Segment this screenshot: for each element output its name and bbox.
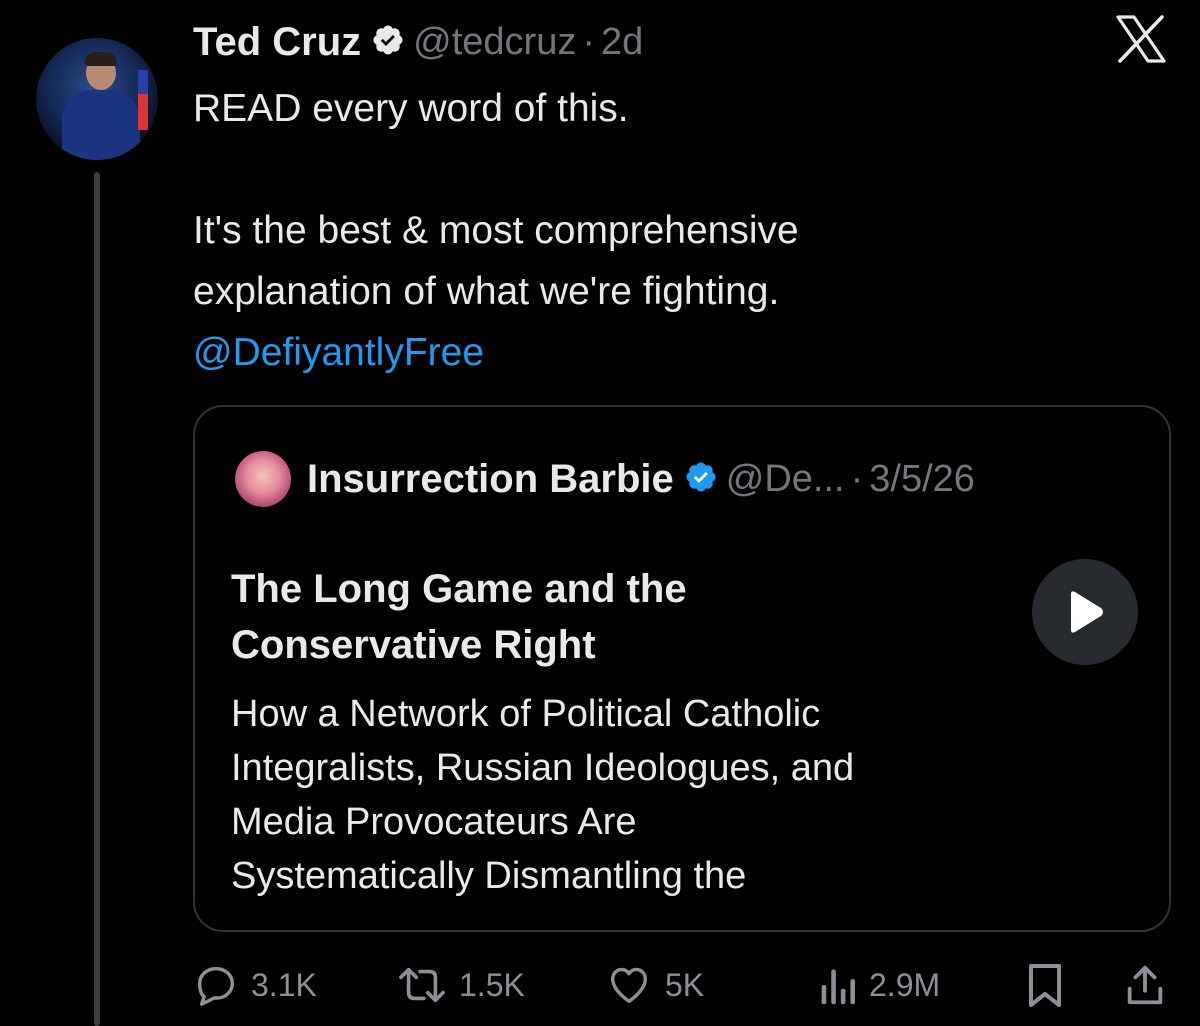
mention-link[interactable]: @DefiyantlyFree xyxy=(193,322,1093,383)
share-icon xyxy=(1127,965,1163,1005)
article-description-line: Systematically Dismantling the xyxy=(231,855,747,897)
quoted-tweet-header: Insurrection Barbie @De... · 3/5/26 xyxy=(235,451,975,507)
like-count: 5K xyxy=(665,966,705,1003)
repost-count: 1.5K xyxy=(459,966,525,1003)
author-name[interactable]: Ted Cruz xyxy=(193,20,361,65)
repost-button[interactable]: 1.5K xyxy=(397,955,525,1015)
quoted-author-name[interactable]: Insurrection Barbie xyxy=(307,457,674,502)
tweet-text-line: READ every word of this. xyxy=(193,87,629,130)
bookmark-icon xyxy=(1029,964,1061,1007)
views-count: 2.9M xyxy=(869,966,941,1003)
verified-badge-icon xyxy=(684,460,718,499)
bookmark-button[interactable] xyxy=(1025,955,1065,1015)
article-title: The Long Game and the Conservative Right xyxy=(231,561,851,673)
action-bar: 3.1K 1.5K 5K 2.9M xyxy=(193,955,1173,1015)
author-avatar[interactable] xyxy=(36,38,158,160)
tweet-text-line: It's the best & most comprehensive xyxy=(193,209,799,252)
repost-icon xyxy=(399,967,445,1003)
reply-count: 3.1K xyxy=(251,966,317,1003)
article-title-line: Conservative Right xyxy=(231,623,596,667)
views-button[interactable]: 2.9M xyxy=(817,955,940,1015)
share-button[interactable] xyxy=(1123,955,1167,1015)
article-title-line: The Long Game and the xyxy=(231,567,687,611)
like-button[interactable]: 5K xyxy=(605,955,704,1015)
reply-button[interactable]: 3.1K xyxy=(193,955,317,1015)
verified-badge-icon xyxy=(371,23,405,62)
article-description-line: How a Network of Political Catholic xyxy=(231,693,821,735)
tweet-view: Ted Cruz @tedcruz · 2d READ every word o… xyxy=(0,0,1200,1026)
reply-icon xyxy=(197,966,235,1006)
quoted-author-handle[interactable]: @De... xyxy=(726,458,845,501)
play-button[interactable] xyxy=(1032,559,1138,665)
x-logo-icon[interactable] xyxy=(1114,14,1168,64)
quoted-author-avatar[interactable] xyxy=(235,451,291,507)
tweet-text: READ every word of this. It's the best &… xyxy=(193,78,1093,383)
quoted-tweet-date[interactable]: 3/5/26 xyxy=(869,458,975,501)
author-handle[interactable]: @tedcruz xyxy=(413,21,576,64)
thread-line xyxy=(94,172,100,1026)
tweet-header: Ted Cruz @tedcruz · 2d xyxy=(193,14,643,70)
separator-dot: · xyxy=(850,457,864,500)
article-description-line: Media Provocateurs Are xyxy=(231,801,637,843)
play-icon xyxy=(1071,591,1103,633)
heart-icon xyxy=(610,967,648,1004)
tweet-text-line: explanation of what we're fighting. xyxy=(193,270,780,313)
separator-dot: · xyxy=(582,20,596,63)
quoted-tweet-card[interactable]: Insurrection Barbie @De... · 3/5/26 The … xyxy=(193,405,1171,932)
views-icon xyxy=(821,969,856,1005)
tweet-timestamp[interactable]: 2d xyxy=(601,21,643,64)
article-description: How a Network of Political Catholic Inte… xyxy=(231,687,991,903)
article-description-line: Integralists, Russian Ideologues, and xyxy=(231,747,855,789)
